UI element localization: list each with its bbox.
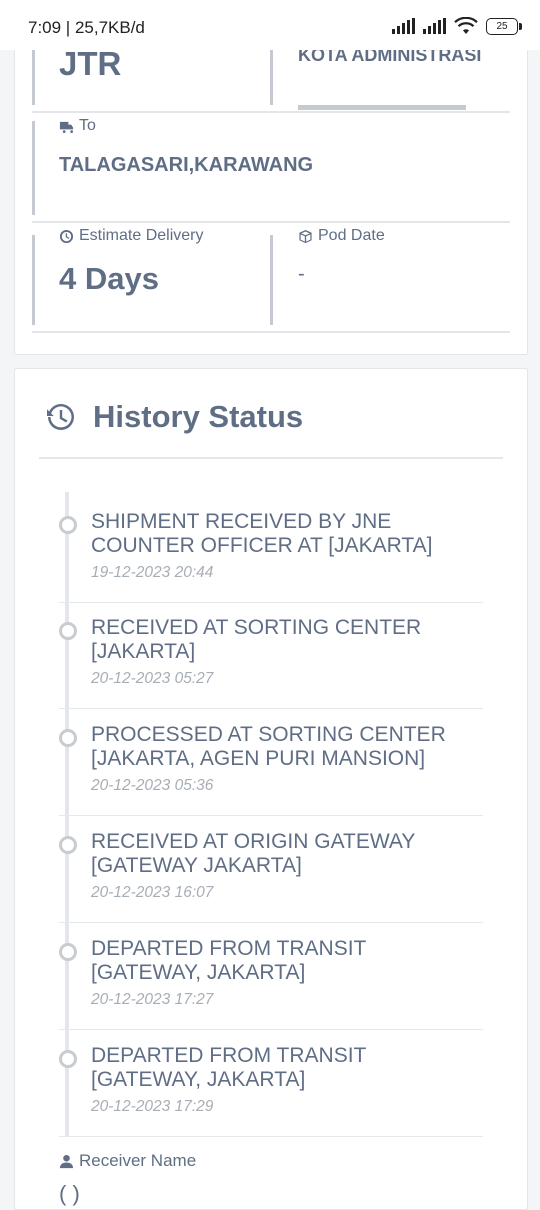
box-icon [299, 229, 312, 243]
battery-icon: 25 [486, 17, 522, 35]
timeline-dot [59, 516, 77, 534]
status-bar: 7:09 | 25,7KB/d 25 [0, 0, 540, 50]
event-date: 20-12-2023 17:27 [91, 991, 214, 1008]
divider [32, 221, 510, 223]
timeline-dot [59, 1050, 77, 1068]
to-cell [32, 121, 35, 215]
history-event: PROCESSED AT SORTING CENTER [JAKARTA, AG… [59, 709, 483, 816]
truck-icon [59, 121, 74, 133]
history-title: History Status [93, 399, 304, 434]
receiver-label-text: Receiver Name [79, 1151, 197, 1170]
history-divider [39, 457, 503, 459]
receiver-label: Receiver Name [59, 1151, 196, 1171]
event-text: DEPARTED FROM TRANSIT [GATEWAY, JAKARTA] [91, 937, 366, 984]
event-date: 20-12-2023 05:27 [91, 670, 214, 687]
signal-icon-2 [423, 18, 446, 34]
user-icon [59, 1154, 74, 1168]
pod-value: - [298, 263, 305, 285]
event-date: 19-12-2023 20:44 [91, 564, 214, 581]
estimate-cell [32, 235, 35, 325]
to-label: To [59, 117, 96, 135]
history-event: DEPARTED FROM TRANSIT [GATEWAY, JAKARTA]… [59, 1030, 483, 1137]
timeline-dot [59, 836, 77, 854]
status-time: 7:09 | 25,7KB/d [28, 18, 145, 37]
divider [32, 331, 510, 333]
event-text: RECEIVED AT SORTING CENTER [JAKARTA] [91, 616, 422, 663]
history-event: RECEIVED AT SORTING CENTER [JAKARTA] 20-… [59, 602, 483, 709]
timeline-dot [59, 622, 77, 640]
estimate-label: Estimate Delivery [59, 227, 203, 245]
status-icons: 25 [392, 17, 522, 35]
to-value: TALAGASARI,KARAWANG [59, 154, 314, 176]
divider [32, 111, 510, 113]
timeline-dot [59, 943, 77, 961]
history-header: History Status [45, 399, 303, 435]
history-event: SHIPMENT RECEIVED BY JNE COUNTER OFFICER… [59, 496, 483, 603]
shipment-details-card: JTR KOTA ADMINISTRASI To TALAGASARI,KARA… [14, 20, 528, 355]
event-text: RECEIVED AT ORIGIN GATEWAY [GATEWAY JAKA… [91, 830, 416, 877]
event-text: PROCESSED AT SORTING CENTER [JAKARTA, AG… [91, 723, 446, 770]
history-event: RECEIVED AT ORIGIN GATEWAY [GATEWAY JAKA… [59, 816, 483, 923]
wifi-icon [454, 17, 478, 34]
signal-icon [392, 18, 415, 34]
event-text: SHIPMENT RECEIVED BY JNE COUNTER OFFICER… [91, 510, 433, 557]
pod-cell [270, 235, 273, 325]
receiver-value: ( ) [59, 1181, 80, 1206]
origin-code: JTR [59, 45, 122, 82]
estimate-label-text: Estimate Delivery [79, 227, 204, 244]
destination-bar [298, 105, 466, 110]
event-date: 20-12-2023 16:07 [91, 884, 214, 901]
event-date: 20-12-2023 17:29 [91, 1098, 214, 1115]
pod-label: Pod Date [298, 227, 385, 245]
history-card: History Status SHIPMENT RECEIVED BY JNE … [14, 368, 528, 1210]
to-label-text: To [79, 117, 96, 134]
history-event: DEPARTED FROM TRANSIT [GATEWAY, JAKARTA]… [59, 923, 483, 1030]
event-text: DEPARTED FROM TRANSIT [GATEWAY, JAKARTA] [91, 1044, 366, 1091]
clock-icon [59, 229, 74, 243]
timeline-dot [59, 729, 77, 747]
history-icon [47, 403, 74, 430]
event-date: 20-12-2023 05:36 [91, 777, 214, 794]
pod-label-text: Pod Date [318, 227, 385, 244]
estimate-value: 4 Days [59, 261, 159, 296]
